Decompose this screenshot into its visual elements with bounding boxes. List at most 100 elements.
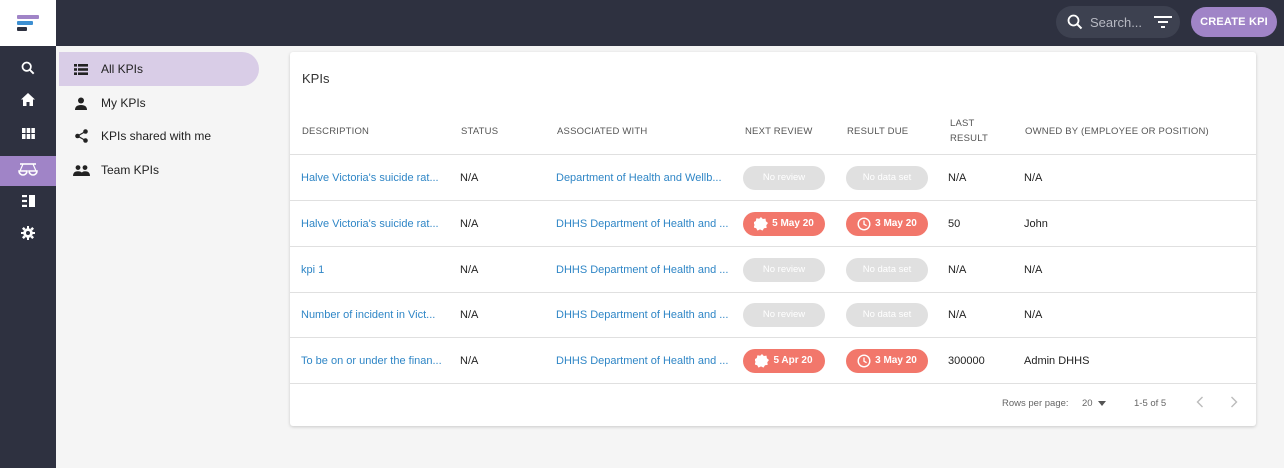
result-due-date: 3 May 20 — [875, 355, 917, 366]
filter-icon[interactable] — [1154, 15, 1173, 29]
create-kpi-button[interactable]: CREATE KPI — [1191, 7, 1277, 37]
associated-link[interactable]: DHHS Department of Health and ... — [556, 201, 728, 246]
search-icon — [1066, 13, 1084, 31]
home-icon — [21, 93, 35, 111]
next-review-date: 5 Apr 20 — [773, 355, 813, 366]
logo-icon — [17, 13, 39, 33]
status-value: N/A — [460, 171, 479, 184]
column-header-status[interactable]: STATUS — [461, 124, 498, 139]
next-review-date: 5 May 20 — [772, 218, 814, 229]
kpi-description-link[interactable]: Halve Victoria's suicide rat... — [301, 155, 439, 200]
last-result-value: N/A — [948, 263, 967, 276]
last-result-value: N/A — [948, 171, 967, 184]
kpi-description-link[interactable]: Number of incident in Vict... — [301, 292, 435, 337]
next-review-pill: No review — [743, 165, 825, 190]
icon-rail — [0, 46, 56, 468]
search-input[interactable]: Search... — [1090, 15, 1142, 30]
column-header-description[interactable]: DESCRIPTION — [302, 124, 369, 139]
table-row[interactable]: Halve Victoria's suicide rat... N/A Depa… — [290, 155, 1256, 201]
column-header-line: RESULT — [950, 133, 988, 144]
top-app-bar: Search... CREATE KPI — [0, 0, 1284, 46]
next-review-pill: No review — [743, 302, 825, 327]
nav-item-team-kpis[interactable]: Team KPIs — [59, 153, 259, 187]
rail-dashboard[interactable] — [0, 120, 56, 150]
list-icon — [21, 194, 35, 212]
table-pagination: Rows per page: 20 1-5 of 5 — [290, 384, 1256, 426]
clock-icon — [857, 216, 871, 231]
card-title: KPIs — [302, 71, 330, 86]
column-header-last-result[interactable]: LAST RESULT — [950, 116, 988, 146]
nav-item-label: Team KPIs — [101, 163, 160, 177]
result-due-pill[interactable]: 3 May 20 — [846, 211, 928, 236]
associated-link[interactable]: DHHS Department of Health and ... — [556, 338, 728, 383]
status-value: N/A — [460, 354, 479, 367]
rail-home[interactable] — [0, 87, 56, 117]
result-due-date: 3 May 20 — [875, 218, 917, 229]
next-review-pill[interactable]: 5 Apr 20 — [743, 348, 825, 373]
chevron-left-icon — [1196, 396, 1204, 411]
rail-kpis[interactable] — [0, 156, 56, 186]
next-review-pill: No review — [743, 257, 825, 282]
owner-value: John — [1024, 217, 1048, 230]
app-logo[interactable] — [0, 0, 56, 46]
search-icon — [21, 61, 35, 80]
owner-value: N/A — [1024, 171, 1043, 184]
table-row[interactable]: Number of incident in Vict... N/A DHHS D… — [290, 292, 1256, 338]
result-due-pill[interactable]: 3 May 20 — [846, 348, 928, 373]
person-icon — [71, 93, 91, 113]
rail-search[interactable] — [0, 55, 56, 85]
table-row[interactable]: kpi 1 N/A DHHS Department of Health and … — [290, 247, 1256, 293]
column-header-associated[interactable]: ASSOCIATED WITH — [557, 124, 647, 139]
last-result-value: N/A — [948, 308, 967, 321]
nav-item-my-kpis[interactable]: My KPIs — [59, 86, 259, 120]
share-icon — [71, 126, 91, 146]
chevron-right-icon — [1230, 396, 1238, 411]
table-row[interactable]: To be on or under the finan... N/A DHHS … — [290, 338, 1256, 384]
caret-down-icon — [1097, 398, 1106, 409]
prev-page-button[interactable] — [1196, 396, 1204, 411]
rail-settings[interactable] — [0, 220, 56, 250]
kpi-table-card: KPIs DESCRIPTION STATUS ASSOCIATED WITH … — [290, 52, 1256, 426]
review-badge-icon — [755, 353, 770, 368]
last-result-value: 50 — [948, 217, 961, 230]
nav-item-label: My KPIs — [101, 96, 146, 110]
column-header-next-review[interactable]: NEXT REVIEW — [745, 124, 812, 139]
nav-item-label: All KPIs — [101, 62, 144, 76]
column-header-line: LAST — [950, 118, 975, 129]
nav-item-label: KPIs shared with me — [101, 129, 212, 143]
rows-per-page-select[interactable]: 20 — [1082, 398, 1106, 409]
scales-icon — [18, 162, 38, 181]
rows-per-page-label: Rows per page: — [1002, 398, 1069, 409]
search-box[interactable]: Search... — [1056, 6, 1180, 38]
next-review-pill[interactable]: 5 May 20 — [743, 211, 825, 236]
status-value: N/A — [460, 308, 479, 321]
column-header-owned-by[interactable]: OWNED BY (EMPLOYEE OR POSITION) — [1025, 124, 1209, 139]
kpi-description-link[interactable]: kpi 1 — [301, 247, 324, 292]
column-header-result-due[interactable]: RESULT DUE — [847, 124, 908, 139]
status-value: N/A — [460, 217, 479, 230]
kpi-description-link[interactable]: To be on or under the finan... — [301, 338, 442, 383]
rows-per-page-value: 20 — [1082, 398, 1093, 409]
kpi-description-link[interactable]: Halve Victoria's suicide rat... — [301, 201, 439, 246]
associated-link[interactable]: DHHS Department of Health and ... — [556, 292, 728, 337]
result-due-pill: No data set — [846, 165, 928, 190]
result-due-pill: No data set — [846, 302, 928, 327]
owner-value: N/A — [1024, 308, 1043, 321]
associated-link[interactable]: DHHS Department of Health and ... — [556, 247, 728, 292]
owner-value: Admin DHHS — [1024, 354, 1090, 367]
owner-value: N/A — [1024, 263, 1043, 276]
group-icon — [71, 160, 91, 180]
grid-icon — [21, 126, 35, 144]
result-due-pill: No data set — [846, 257, 928, 282]
clock-icon — [857, 353, 871, 368]
status-value: N/A — [460, 263, 479, 276]
associated-link[interactable]: Department of Health and Wellb... — [556, 155, 722, 200]
nav-item-shared-kpis[interactable]: KPIs shared with me — [59, 119, 259, 153]
table-row[interactable]: Halve Victoria's suicide rat... N/A DHHS… — [290, 201, 1256, 247]
pagination-range: 1-5 of 5 — [1134, 398, 1167, 409]
list-icon — [71, 59, 91, 79]
rail-reports[interactable] — [0, 188, 56, 218]
nav-item-all-kpis[interactable]: All KPIs — [59, 52, 259, 86]
next-page-button[interactable] — [1230, 396, 1238, 411]
kpi-navigation: All KPIs My KPIs KPIs shared with me Tea… — [56, 46, 270, 468]
